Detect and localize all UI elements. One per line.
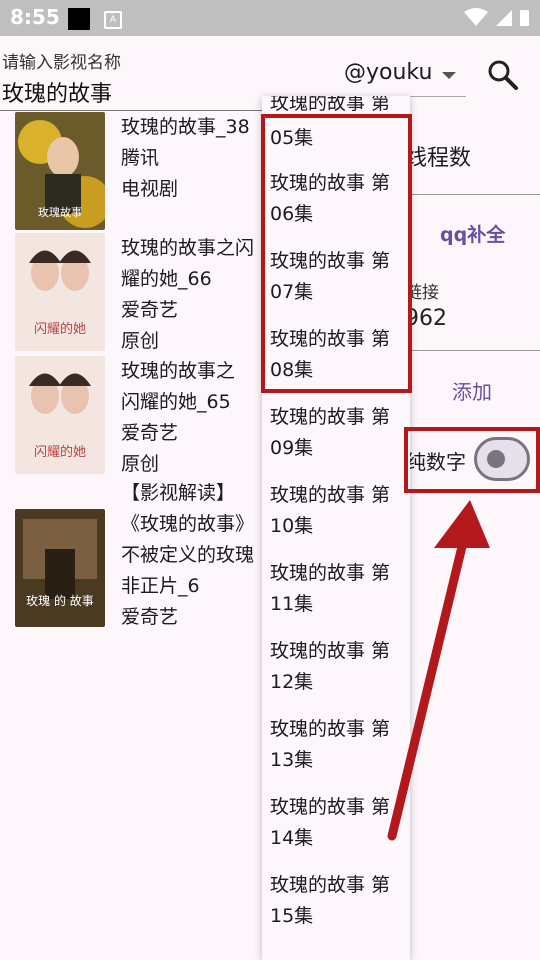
annotation-arrow-icon [387,500,490,841]
